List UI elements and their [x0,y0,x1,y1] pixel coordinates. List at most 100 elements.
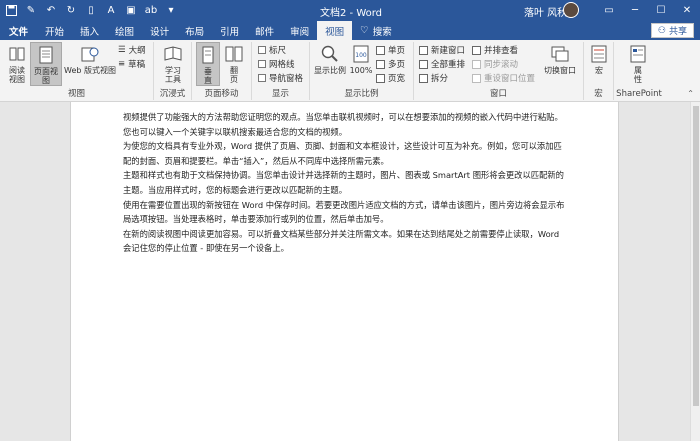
reset-window-icon [472,73,481,83]
share-button[interactable]: ⚇ 共享 [650,23,694,38]
close-icon[interactable]: ✕ [674,0,700,21]
tab-review[interactable]: 审阅 [282,21,317,40]
document-page[interactable]: 视频提供了功能强大的方法帮助您证明您的观点。当您单击联机视频时，可以在想要添加的… [70,102,619,441]
collapse-ribbon-icon[interactable]: ⌃ [687,89,694,98]
user-name[interactable]: 落叶 风秋 [524,4,567,19]
undo-icon[interactable]: ↶ [44,3,58,17]
arrange-all-button[interactable]: 全部重排 [419,58,465,70]
zoom-button[interactable]: 显示比例 [312,42,348,86]
tab-insert[interactable]: 插入 [72,21,107,40]
view-side-by-side-button[interactable]: 并排查看 [472,44,518,56]
switch-windows-button[interactable]: 切换窗口 [538,42,582,86]
new-window-icon [419,45,428,55]
draft-icon: ≡ [118,59,126,69]
paragraph-line[interactable]: 为使您的文档具有专业外观，Word 提供了页眉、页脚、封面和文本框设计，这些设计… [123,139,570,154]
avatar[interactable] [563,2,579,18]
window-controls: ▭ ─ ☐ ✕ [596,0,700,21]
page-movement-group-label: 页面移动 [204,89,239,99]
maximize-icon[interactable]: ☐ [648,0,674,21]
learning-tools-icon [164,44,182,64]
vertical-scrollbar[interactable] [690,102,700,441]
picture-icon[interactable]: ▣ [124,3,138,17]
quick-access-toolbar: ✎ ↶ ↻ ▯ A ▣ ab ▾ [4,3,178,17]
paragraph-line[interactable]: 您也可以键入一个关键字以联机搜索最适合您的文档的视频。 [123,125,570,140]
book-icon [8,44,26,64]
multiple-pages-button[interactable]: 多页 [376,58,405,70]
window-title: 文档2 - Word [320,8,383,19]
sync-scroll-icon [472,59,481,69]
tab-draw[interactable]: 绘图 [107,21,142,40]
views-group-label: 视图 [67,89,85,99]
redo-icon[interactable]: ↻ [64,3,78,17]
side-to-side-button[interactable]: 翻 页 [222,42,246,86]
macro-icon [590,44,608,64]
show-group: 标尺 网格线 导航窗格 显示 [252,42,310,100]
reset-window-position-button[interactable]: 重设窗口位置 [472,72,535,84]
brush-icon[interactable]: ✎ [24,3,38,17]
immersive-group: 学习 工具 沉浸式 [154,42,192,100]
sharepoint-group-label: SharePoint [616,89,662,99]
macros-button[interactable]: 宏 [586,42,612,86]
side-pages-icon [225,44,243,64]
tab-mailings[interactable]: 邮件 [247,21,282,40]
nav-pane-checkbox[interactable]: 导航窗格 [258,72,303,84]
document-area[interactable]: 视频提供了功能强大的方法帮助您证明您的观点。当您单击联机视频时，可以在想要添加的… [0,102,700,441]
paragraph-line[interactable]: 配的封面、页眉和提要栏。单击“插入”，然后从不同库中选择所需元素。 [123,154,570,169]
scrollbar-thumb[interactable] [693,106,699,406]
minimize-icon[interactable]: ─ [622,0,648,21]
ruler-check-box[interactable] [258,46,266,54]
read-mode-button[interactable]: 阅读 视图 [3,42,31,86]
globe-icon [81,44,99,64]
tell-me-search[interactable]: ♡ 搜索 [352,21,400,40]
page-movement-group: 垂 直 翻 页 页面移动 [192,42,252,100]
window-group: 新建窗口 全部重排 拆分 并排查看 同步滚动 重设窗口位置 切换窗口 窗口 [414,42,584,100]
outline-button[interactable]: ☰ 大纲 [118,44,146,56]
gridlines-checkbox[interactable]: 网格线 [258,58,295,70]
new-window-button[interactable]: 新建窗口 [419,44,465,56]
highlight-icon[interactable]: ab [144,3,158,17]
outline-icon: ☰ [118,45,126,55]
tab-home[interactable]: 开始 [37,21,72,40]
font-color-icon[interactable]: A [104,3,118,17]
paragraph-line[interactable]: 在新的阅读视图中阅读更加容易。可以折叠文档某些部分并关注所需文本。如果在达到结尾… [123,227,570,242]
save-icon[interactable] [4,3,18,17]
window-group-label: 窗口 [489,89,507,99]
tab-design[interactable]: 设计 [142,21,177,40]
tab-view[interactable]: 视图 [317,21,353,40]
tab-layout[interactable]: 布局 [177,21,212,40]
web-layout-button[interactable]: Web 版式视图 [63,42,117,86]
paragraph-line[interactable]: 视频提供了功能强大的方法帮助您证明您的观点。当您单击联机视频时，可以在想要添加的… [123,110,570,125]
customize-qat-icon[interactable]: ▾ [164,3,178,17]
gridlines-check-box[interactable] [258,60,266,68]
document-body[interactable]: 视频提供了功能强大的方法帮助您证明您的观点。当您单击联机视频时，可以在想要添加的… [123,110,570,256]
one-page-button[interactable]: 单页 [376,44,405,56]
one-page-icon [376,45,385,55]
macros-group-label: 宏 [594,89,603,99]
paragraph-line[interactable]: 使用在需要位置出现的新按钮在 Word 中保存时间。若要更改图片适应文档的方式，… [123,198,570,213]
split-button[interactable]: 拆分 [419,72,448,84]
lightbulb-icon: ♡ [360,25,369,36]
draft-button[interactable]: ≡ 草稿 [118,58,145,70]
new-document-icon[interactable]: ▯ [84,3,98,17]
paragraph-line[interactable]: 局选项按钮。当处理表格时，单击要添加行或列的位置，然后单击加号。 [123,212,570,227]
paragraph-line[interactable]: 主题和样式也有助于文档保持协调。当您单击设计并选择新的主题时，图片、图表或 Sm… [123,168,570,183]
tab-file[interactable]: 文件 [0,21,38,40]
show-group-label: 显示 [271,89,289,99]
paragraph-line[interactable]: 会记住您的停止位置 - 即使在另一个设备上。 [123,241,570,256]
page-icon [37,45,55,65]
magnifier-icon [321,44,339,64]
ribbon-display-options-icon[interactable]: ▭ [596,0,622,21]
zoom-100-button[interactable]: 100 100% [349,42,373,86]
paragraph-line[interactable]: 主题。当应用样式时，您的标题会进行更改以匹配新的主题。 [123,183,570,198]
vertical-button[interactable]: 垂 直 [196,42,220,86]
learning-tools-button[interactable]: 学习 工具 [158,42,188,86]
tab-references[interactable]: 引用 [212,21,247,40]
print-layout-button[interactable]: 页面视图 [30,42,62,86]
ruler-checkbox[interactable]: 标尺 [258,44,286,56]
search-label: 搜索 [372,26,392,38]
page-width-button[interactable]: 页宽 [376,72,405,84]
nav-pane-check-box[interactable] [258,74,266,82]
properties-button[interactable]: 属 性 [624,42,652,86]
synchronous-scrolling-button[interactable]: 同步滚动 [472,58,518,70]
side-by-side-icon [472,45,481,55]
